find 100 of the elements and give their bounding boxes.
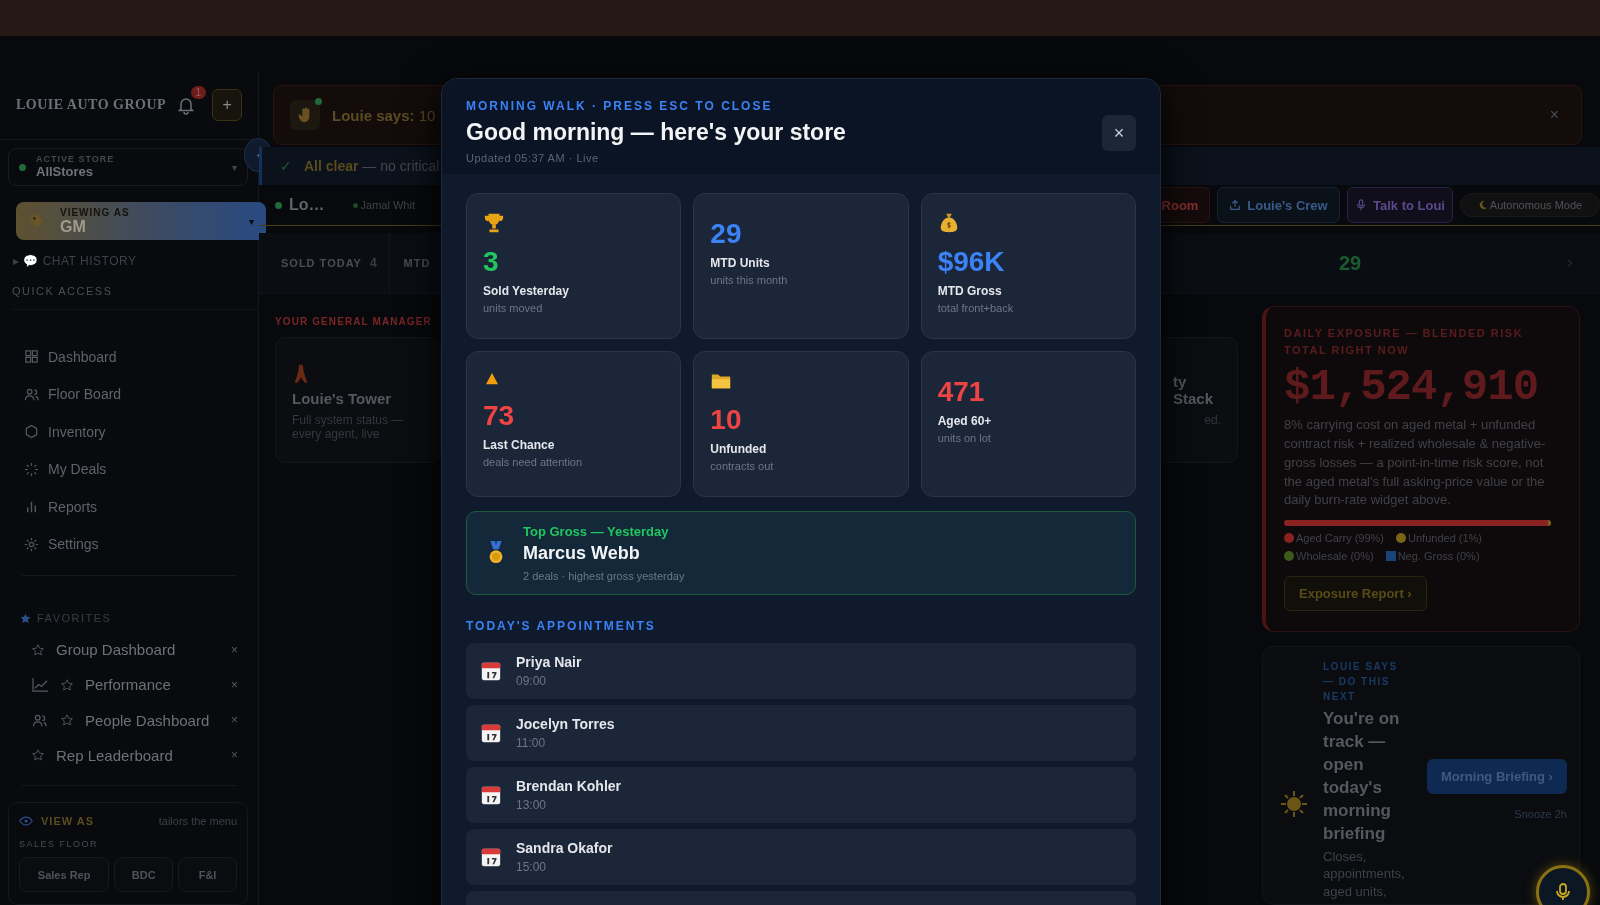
metric-label: MTD Gross [937,284,1003,299]
sun-icon [1279,789,1309,820]
metric-caption: contracts out [710,460,775,473]
check-icon: ✓ [280,158,292,174]
metric-label: Unfunded [710,442,768,457]
line-chart-icon [32,677,49,693]
star-outline-icon[interactable] [32,749,44,762]
section-title: QUICK ACCESS [12,285,258,311]
role-option[interactable]: F&I [178,857,237,893]
role-label: VIEWING AS [60,206,131,218]
exposure-report-button[interactable]: Exposure Report › [1284,576,1427,612]
suggestion-text: Closes, appointments, aged units, [1323,847,1406,901]
mic-icon [1553,882,1573,902]
close-button[interactable]: × [1102,115,1136,151]
close-button[interactable]: × [1543,105,1565,125]
suggestion-label: LOUIE SAYS — DO THIS NEXT [1323,660,1399,705]
remove-button[interactable]: × [231,713,238,728]
metric-value: 29 [710,217,743,251]
appointment-row[interactable]: Jocelyn Torres 11:00 [466,705,1136,761]
appointment-time: 13:00 [516,798,548,812]
nav-item[interactable]: Reports [24,488,258,526]
appointment-time: 11:00 [516,736,547,750]
mic-button[interactable] [1536,865,1590,905]
store-value: AllStores [36,164,95,180]
favorite-link[interactable]: Rep Leaderboard [56,747,219,764]
metric-label: Last Chance [483,438,556,453]
rep-chip[interactable]: Jamal Whit [352,199,415,211]
caret-icon: ▾ [249,215,254,227]
star-outline-icon[interactable] [61,678,73,691]
dialog-eyebrow: MORNING WALK · PRESS ESC TO CLOSE [466,99,774,113]
remove-button[interactable]: × [231,642,238,657]
appointment-time: 15:00 [516,860,548,874]
metric-label: Aged 60+ [937,414,993,429]
eye-icon [19,816,33,827]
nav-item[interactable]: My Deals [24,450,258,489]
users-icon [32,712,49,728]
top-gross-label: Top Gross — Yesterday [523,524,670,539]
notification-badge: 1 [190,86,207,100]
role-option[interactable]: BDC [114,857,174,893]
nav-item[interactable]: Floor Board [24,375,258,414]
legend-label: Unfunded (1%) [1408,532,1483,545]
favorite-link[interactable]: Group Dashboard [56,641,219,659]
store-selector[interactable]: ACTIVE STORE AllStores ▾ [8,147,248,187]
calendar-icon [480,846,502,868]
status-dot [19,163,26,171]
metric-label: Sold Yesterday [483,284,570,299]
toolbar-button[interactable]: Talk to Loui [1347,187,1453,223]
caret-icon [254,151,262,159]
nav-item[interactable]: Dashboard [24,338,258,376]
mic-icon [1355,199,1367,211]
hexagon-icon [24,424,39,440]
add-button[interactable]: + [212,89,242,122]
favorite-link[interactable]: Performance [85,676,219,694]
section-title: YOUR GENERAL MANAGER [275,316,433,327]
banner-text: Louie says: 10 [332,106,437,124]
exposure-amount: $1,524,910 [1284,362,1540,412]
appointment-name: Priya Nair [516,654,582,670]
bell-icon[interactable] [176,95,197,116]
group-label: SALES FLOOR [19,839,100,850]
star-icon [20,612,31,624]
star-outline-icon[interactable] [61,714,73,727]
chat-history-toggle[interactable]: ▸ 💬 CHAT HISTORY [13,254,258,269]
metric-value: 10 [710,403,743,437]
suggestion-title: You're on track — open today's morning briefing [1323,708,1401,845]
toolbar-button[interactable]: Louie's Crew [1217,187,1340,223]
metric-label: MTD Units [710,256,771,271]
legend-label: Neg. Gross (0%) [1397,550,1480,563]
view-as-title: VIEW AS [41,815,96,828]
legend-label: Aged Carry (99%) [1296,532,1385,545]
role-option[interactable]: Sales Rep [19,857,110,893]
trophy-icon [483,212,505,234]
settings-icon [24,536,39,552]
metric-caption: total front+back [937,302,1015,315]
metric-caption: units moved [483,302,544,315]
remove-button[interactable]: × [231,748,238,763]
favorite-link[interactable]: People Dashboard [85,711,219,729]
appointment-row[interactable]: Brendan Kohler 13:00 [466,767,1136,823]
remove-button[interactable]: × [231,677,238,692]
card-title: ty Stack [1173,373,1215,407]
appointment-name: Jocelyn Torres [516,716,615,732]
top-gross-name: Marcus Webb [523,543,641,564]
calendar-icon [480,722,502,744]
appointment-time: 09:00 [516,674,548,688]
chevron-icon[interactable] [1566,259,1574,267]
legend-label: Wholesale (0%) [1296,550,1374,563]
nav-item[interactable]: Settings [24,525,258,564]
appointment-row[interactable]: Priya Nair 09:00 [466,643,1136,699]
metric-caption: deals need attention [483,456,584,469]
upload-icon [1229,199,1242,211]
star-outline-icon[interactable] [32,643,44,656]
bar-chart-icon [24,499,39,515]
role-selector[interactable]: VIEWING AS GM ▾ [16,202,266,241]
store-chip[interactable]: Lo… [275,196,325,214]
autonomous-toggle[interactable]: Autonomous Mode [1460,193,1600,217]
section-title: TODAY'S APPOINTMENTS [466,619,657,633]
caret-icon: ▾ [232,161,237,173]
metric-value: $96K [937,245,1006,279]
exposure-label: DAILY EXPOSURE — BLENDED RISK TOTAL RIGHT NOW [1284,326,1525,358]
appointment-row[interactable]: Sandra Okafor 15:00 [466,829,1136,885]
nav-item[interactable]: Inventory [24,413,258,451]
